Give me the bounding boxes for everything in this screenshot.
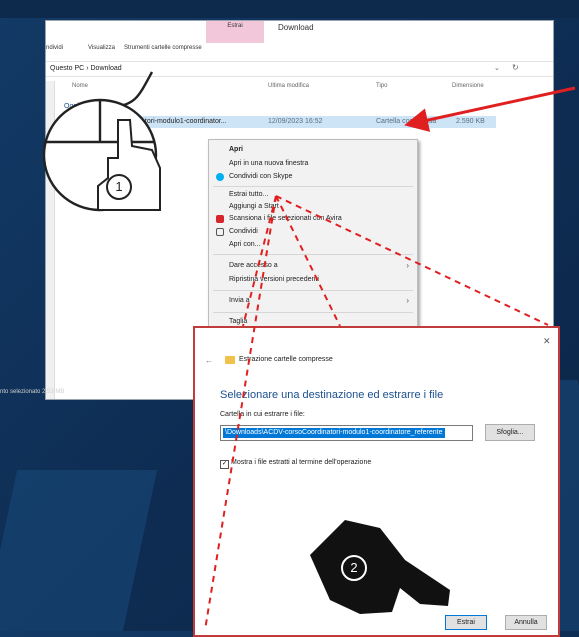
column-header-type[interactable]: Tipo xyxy=(376,83,387,89)
menu-separator xyxy=(213,254,413,255)
menu-item-open-with[interactable]: Apri con... xyxy=(229,241,261,248)
close-icon[interactable]: ✕ xyxy=(543,336,551,347)
extract-button[interactable]: Estrai xyxy=(445,615,487,630)
breadcrumb-root[interactable]: Questo PC xyxy=(50,65,84,72)
tab-share[interactable]: ndividi xyxy=(46,45,63,51)
refresh-icon[interactable]: ↻ xyxy=(512,63,519,72)
group-header[interactable]: Oggi (1) xyxy=(64,103,89,110)
slide-title-band xyxy=(0,0,579,18)
context-menu: Apri Apri in una nuova finestra Condivid… xyxy=(208,139,418,333)
dialog-heading: Selezionare una destinazione ed estrarre… xyxy=(220,389,444,401)
menu-item-share[interactable]: Condividi xyxy=(229,228,258,235)
cancel-button[interactable]: Annulla xyxy=(505,615,547,630)
step-badge-2: 2 xyxy=(341,555,367,581)
menu-item-avira-scan[interactable]: Scansiona i file selezionati con Avira xyxy=(229,215,342,222)
nav-pane-scrollbar[interactable] xyxy=(46,81,55,399)
zip-folder-icon xyxy=(225,356,235,364)
address-bar[interactable]: Questo PC › Download ⌄ ↻ xyxy=(46,61,553,77)
menu-separator xyxy=(213,312,413,313)
browse-button[interactable]: Sfoglia... xyxy=(485,424,535,441)
destination-path-value: \Downloads\ACDV-corsoCoordinatori-modulo… xyxy=(223,428,445,438)
menu-item-give-access[interactable]: Dare accesso a xyxy=(229,262,278,269)
file-name: ACDV-corsoCoordinatori-modulo1-coordinat… xyxy=(78,118,227,125)
tab-compressed-tools[interactable]: Strumenti cartelle compresse xyxy=(124,45,202,51)
file-type: Cartella compressa xyxy=(376,118,437,125)
menu-item-extract-all[interactable]: Estrai tutto... xyxy=(229,191,268,198)
menu-item-send-to[interactable]: Invia a xyxy=(229,297,250,304)
menu-item-share-skype[interactable]: Condividi con Skype xyxy=(229,173,292,180)
chevron-down-icon[interactable]: ⌄ xyxy=(494,64,500,72)
breadcrumb-separator: › xyxy=(86,65,89,72)
destination-path-input[interactable]: \Downloads\ACDV-corsoCoordinatori-modulo… xyxy=(220,425,473,441)
menu-item-restore-versions[interactable]: Ripristina versioni precedenti xyxy=(229,276,319,283)
destination-label: Cartella in cui estrarre i file: xyxy=(220,411,305,418)
breadcrumb: Questo PC › Download xyxy=(50,65,122,72)
zip-folder-icon xyxy=(70,117,78,126)
dialog-caption: Estrazione cartelle compresse xyxy=(239,356,333,363)
status-bar-text: nto selezionato 2,53 MB xyxy=(0,389,65,395)
tab-view[interactable]: Visualizza xyxy=(88,45,115,51)
show-files-checkbox[interactable]: ✓ xyxy=(220,460,229,469)
column-header-name[interactable]: Nome xyxy=(72,83,88,89)
window-title: Download xyxy=(278,23,314,32)
menu-item-open-new-window[interactable]: Apri in una nuova finestra xyxy=(229,160,308,167)
column-header-size[interactable]: Dimensione xyxy=(452,83,484,89)
back-arrow-icon[interactable]: ← xyxy=(205,356,213,365)
breadcrumb-current[interactable]: Download xyxy=(91,65,122,72)
menu-separator xyxy=(213,290,413,291)
menu-item-cut[interactable]: Taglia xyxy=(229,318,247,325)
column-header-modified[interactable]: Ultima modifica xyxy=(268,83,309,89)
menu-item-open[interactable]: Apri xyxy=(229,146,243,153)
extract-dialog: ✕ ← Estrazione cartelle compresse Selezi… xyxy=(193,326,560,637)
skype-icon xyxy=(216,173,224,181)
menu-item-pin-start[interactable]: Aggiungi a Start xyxy=(229,203,279,210)
menu-separator xyxy=(213,186,413,187)
chevron-right-icon: › xyxy=(406,296,409,305)
show-files-label: Mostra i file estratti al termine dell'o… xyxy=(231,459,372,466)
file-date: 12/09/2023 16:52 xyxy=(268,118,323,125)
share-icon xyxy=(216,228,224,236)
avira-icon xyxy=(216,215,224,223)
background-shape xyxy=(0,470,158,631)
ribbon-context-label[interactable]: Estrai xyxy=(206,23,264,29)
step-badge-1: 1 xyxy=(106,174,132,200)
file-size: 2.590 KB xyxy=(456,118,485,125)
chevron-right-icon: › xyxy=(406,261,409,270)
